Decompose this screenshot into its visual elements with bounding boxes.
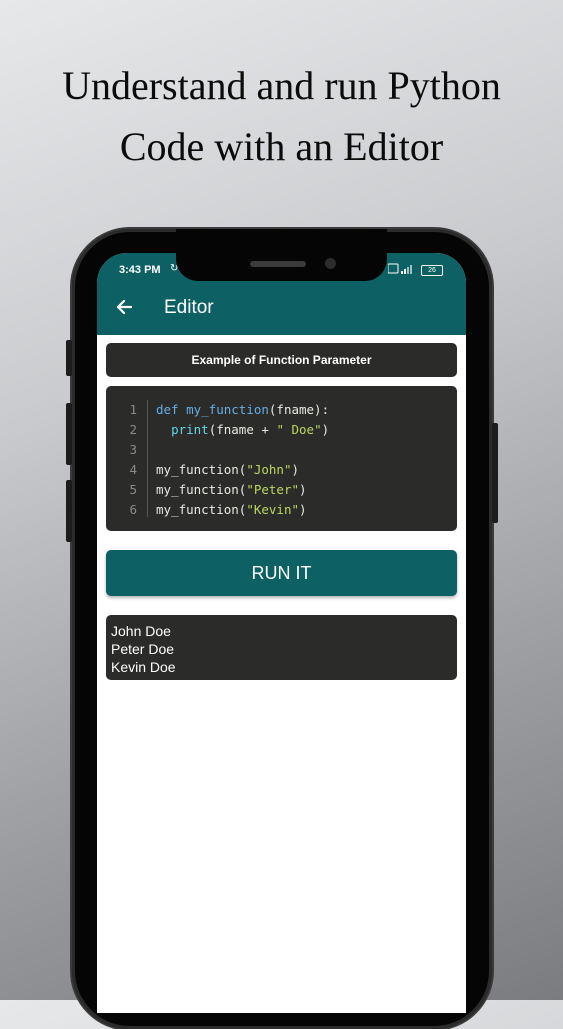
line-number: 2	[129, 422, 137, 437]
headline-line-1: Understand and run Python	[62, 63, 501, 108]
code-text: def my_function(fname):	[156, 400, 329, 420]
app-bar: Editor	[97, 283, 466, 335]
code-line: 3	[106, 440, 457, 460]
code-token: (fname):	[268, 402, 330, 417]
run-button[interactable]: RUN IT	[106, 550, 457, 596]
phone-notch	[176, 229, 387, 281]
signal-icon	[387, 263, 416, 279]
code-editor[interactable]: 1 def my_function(fname): 2 print(fname + …	[106, 386, 457, 531]
code-token: "Peter"	[246, 482, 299, 497]
phone-screen: 3:43 PM ↻ 26 Editor Example of Function …	[97, 253, 466, 1013]
code-line: 1 def my_function(fname):	[106, 400, 457, 420]
code-token: my_function(	[156, 482, 247, 497]
code-token: )	[299, 502, 307, 517]
code-token: my_function(	[156, 502, 247, 517]
headline-line-2: Code with an Editor	[119, 124, 444, 169]
code-line: 4 my_function("John")	[106, 460, 457, 480]
code-token: (fname +	[208, 422, 277, 437]
code-text: my_function("Peter")	[156, 480, 307, 500]
line-number: 3	[129, 442, 137, 457]
arrow-left-icon[interactable]	[113, 296, 135, 318]
front-camera	[325, 258, 336, 269]
phone-side-button	[492, 423, 498, 523]
output-console: John Doe Peter Doe Kevin Doe	[106, 615, 457, 680]
code-token: )	[291, 462, 299, 477]
output-line: Kevin Doe	[111, 659, 176, 675]
code-token: my_function(	[156, 462, 247, 477]
phone-side-button	[66, 403, 72, 465]
promo-headline: Understand and run Python Code with an E…	[0, 55, 563, 177]
code-token: )	[299, 482, 307, 497]
example-title: Example of Function Parameter	[106, 343, 457, 377]
code-text: print(fname + " Doe")	[156, 420, 329, 440]
code-text: my_function("Kevin")	[156, 500, 307, 520]
phone-side-button	[66, 340, 72, 376]
line-number: 1	[129, 402, 137, 417]
line-number: 4	[129, 462, 137, 477]
code-text: my_function("John")	[156, 460, 299, 480]
code-line: 5 my_function("Peter")	[106, 480, 457, 500]
output-line: Peter Doe	[111, 641, 175, 657]
speaker-grille	[250, 261, 306, 267]
code-token: "Kevin"	[246, 502, 299, 517]
output-line: John Doe	[111, 623, 171, 639]
code-token: print	[171, 422, 209, 437]
line-number: 5	[129, 482, 137, 497]
phone-side-button	[66, 480, 72, 542]
status-time: 3:43 PM	[119, 264, 161, 276]
line-number: 6	[129, 502, 137, 517]
code-line: 2 print(fname + " Doe")	[106, 420, 457, 440]
code-token: " Doe"	[276, 422, 322, 437]
code-token: def	[156, 402, 187, 417]
code-token: my_function	[186, 402, 269, 417]
code-line: 6 my_function("Kevin")	[106, 500, 457, 520]
code-token: )	[321, 422, 330, 437]
battery-icon: 26	[421, 265, 443, 276]
code-token: "John"	[246, 462, 292, 477]
page-title: Editor	[164, 297, 214, 318]
